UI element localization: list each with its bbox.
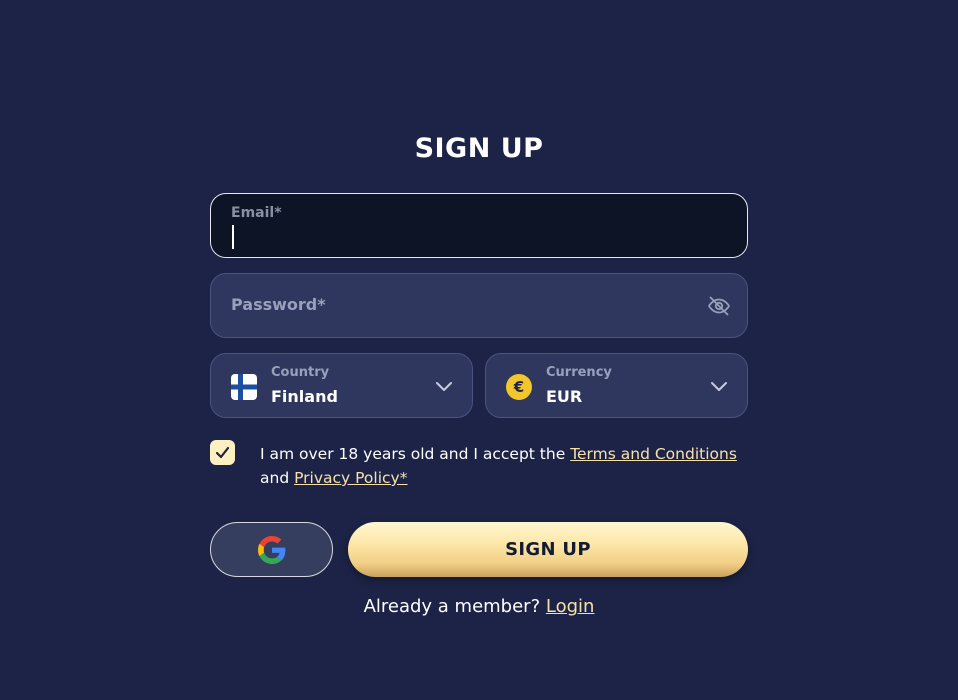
country-value: Finland (271, 387, 338, 406)
consent-text-before: I am over 18 years old and I accept the (260, 445, 571, 463)
consent-text-middle: and (260, 469, 295, 487)
country-select[interactable]: Country Finland (210, 353, 473, 418)
signup-page: SIGN UP Email* Password* Country Finland… (0, 0, 958, 700)
sign-up-button[interactable]: SIGN UP (348, 522, 748, 577)
email-label: Email* (231, 205, 282, 221)
login-link[interactable]: Login (546, 596, 595, 617)
finland-flag-icon (231, 374, 257, 400)
email-field[interactable]: Email* (210, 193, 748, 258)
password-field[interactable]: Password* (210, 273, 748, 338)
currency-value: EUR (546, 387, 583, 406)
checkmark-icon (215, 446, 230, 459)
age-terms-checkbox[interactable] (210, 440, 235, 465)
page-title: SIGN UP (414, 133, 544, 164)
login-prompt: Already a member? Login (0, 596, 958, 617)
currency-select[interactable]: € Currency EUR (485, 353, 748, 418)
chevron-down-icon (434, 378, 454, 394)
google-icon (258, 536, 286, 564)
password-placeholder: Password* (231, 295, 326, 314)
chevron-down-icon (709, 378, 729, 394)
member-prompt-text: Already a member? (363, 596, 546, 617)
privacy-policy-link[interactable]: Privacy Policy* (294, 469, 407, 487)
consent-text: I am over 18 years old and I accept the … (260, 442, 760, 490)
text-cursor (232, 225, 234, 249)
country-label: Country (271, 365, 330, 380)
google-signin-button[interactable] (210, 522, 333, 577)
eye-slash-icon[interactable] (707, 294, 731, 318)
terms-link[interactable]: Terms and Conditions (570, 445, 737, 463)
currency-label: Currency (546, 365, 612, 380)
euro-coin-icon: € (506, 374, 532, 400)
